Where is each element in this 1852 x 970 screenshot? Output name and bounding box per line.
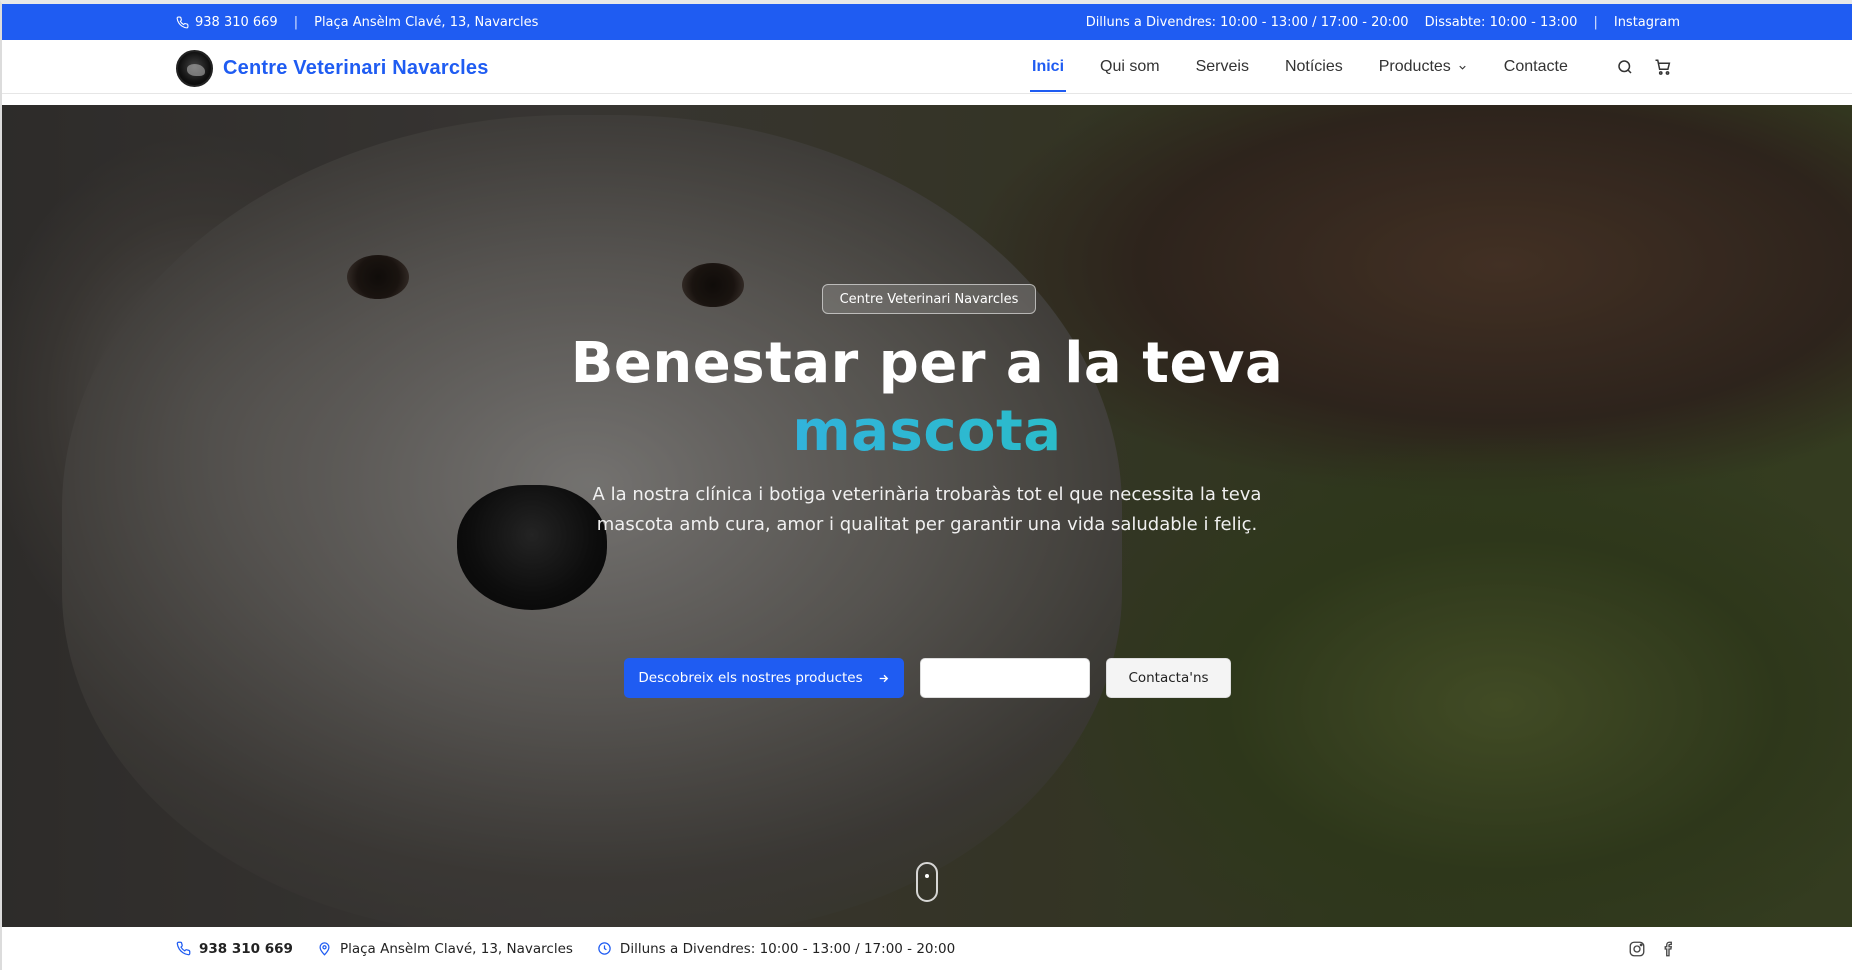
brand-logo [176, 50, 213, 87]
infobar-hours: Dilluns a Divendres: 10:00 - 13:00 / 17:… [619, 940, 956, 957]
hero-headline-main: Benestar per a la teva [570, 331, 1284, 396]
top-bar: 938 310 669 | Plaça Ansèlm Clavé, 13, Na… [2, 4, 1852, 40]
nav-item-productes-label: Productes [1378, 58, 1451, 75]
map-pin-icon [319, 942, 330, 956]
scroll-indicator-icon[interactable] [916, 862, 938, 902]
discover-products-label: Descobreix els nostres productes [638, 670, 863, 686]
nav-item-qui-som[interactable]: Qui som [1082, 40, 1178, 94]
brand-name: Centre Veterinari Navarcles [223, 57, 489, 79]
contact-us-button[interactable]: Contacta'ns [1106, 658, 1231, 698]
nav-item-productes[interactable]: Productes [1361, 40, 1486, 94]
info-bar: 938 310 669 Plaça Ansèlm Clavé, 13, Nava… [2, 927, 1852, 970]
nav-icons [1616, 40, 1672, 94]
infobar-phone-link[interactable]: 938 310 669 [176, 941, 293, 957]
infobar-address-item: Plaça Ansèlm Clavé, 13, Navarcles [317, 941, 573, 957]
brand-link[interactable]: Centre Veterinari Navarcles [176, 50, 489, 87]
search-icon[interactable] [1616, 58, 1634, 76]
topbar-address: Plaça Ansèlm Clavé, 13, Navarcles [314, 14, 539, 30]
blank-button[interactable] [920, 658, 1090, 698]
nav-menu: Inici Qui som Serveis Notícies Productes… [1014, 40, 1586, 94]
nav-item-inici[interactable]: Inici [1014, 40, 1082, 94]
infobar-address: Plaça Ansèlm Clavé, 13, Navarcles [339, 940, 573, 957]
hero-headline: Benestar per a la teva mascota [402, 330, 1452, 466]
hero-cta-row: Descobreix els nostres productes Contact… [624, 658, 1231, 698]
topbar-hours-weekdays: Dilluns a Divendres: 10:00 - 13:00 / 17:… [1085, 14, 1409, 30]
topbar-separator: | [293, 14, 299, 30]
nav-item-noticies[interactable]: Notícies [1267, 40, 1361, 94]
facebook-icon[interactable] [1660, 940, 1678, 958]
arrow-right-icon [879, 674, 888, 682]
phone-icon [176, 16, 189, 28]
topbar-instagram-link[interactable]: Instagram [1614, 15, 1680, 30]
social-links [1628, 927, 1678, 970]
nav-item-contacte[interactable]: Contacte [1486, 40, 1586, 94]
clock-icon [598, 942, 611, 955]
nav-item-serveis[interactable]: Serveis [1178, 40, 1267, 94]
topbar-phone: 938 310 669 [195, 14, 278, 30]
topbar-phone-link[interactable]: 938 310 669 [176, 15, 278, 30]
instagram-icon[interactable] [1628, 940, 1646, 958]
hero-badge: Centre Veterinari Navarcles [822, 284, 1036, 314]
main-navbar: Centre Veterinari Navarcles Inici Qui so… [2, 40, 1852, 94]
chevron-down-icon [1459, 65, 1466, 70]
hero-lead: A la nostra clínica i botiga veterinària… [592, 484, 1262, 535]
cart-icon[interactable] [1654, 58, 1672, 76]
topbar-hours-saturday: Dissabte: 10:00 - 13:00 [1424, 14, 1578, 30]
hero-section: Centre Veterinari Navarcles Benestar per… [2, 105, 1852, 927]
hero-headline-accent: mascota [402, 398, 1452, 466]
topbar-separator: | [1593, 14, 1598, 30]
infobar-phone: 938 310 669 [199, 940, 293, 957]
phone-icon [176, 941, 191, 956]
discover-products-button[interactable]: Descobreix els nostres productes [624, 658, 904, 698]
infobar-hours-item: Dilluns a Divendres: 10:00 - 13:00 / 17:… [597, 941, 955, 957]
